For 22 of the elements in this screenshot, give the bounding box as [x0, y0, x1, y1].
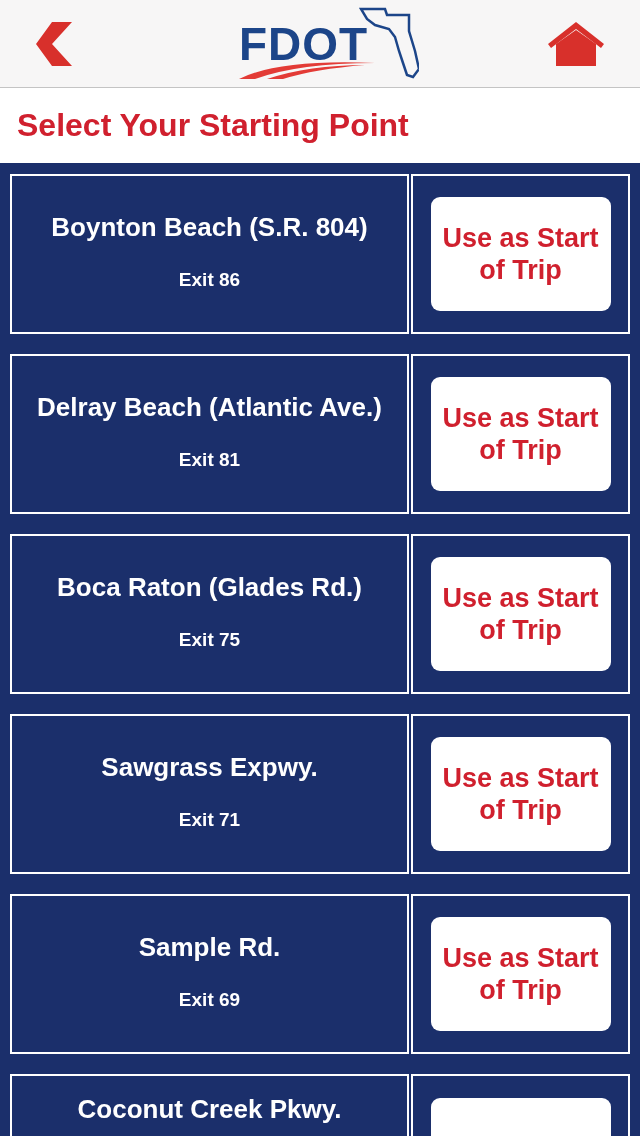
- page-title: Select Your Starting Point: [17, 107, 409, 144]
- exit-number: Exit 81: [178, 448, 241, 471]
- exit-name: Sample Rd.: [138, 931, 281, 963]
- start-trip-button[interactable]: Use as Start of Trip: [430, 197, 611, 311]
- logo-text: FDOT: [239, 20, 369, 67]
- exit-number: Exit 69: [178, 988, 241, 1011]
- start-trip-button[interactable]: Use as Start of Trip: [430, 377, 611, 491]
- exit-name: Boynton Beach (S.R. 804): [51, 211, 368, 243]
- exit-name: Coconut Creek Pkwy.: [77, 1094, 342, 1125]
- start-trip-button[interactable]: Use as Start of Trip: [430, 917, 611, 1031]
- exit-number: Exit 71: [178, 808, 241, 831]
- back-button[interactable]: [36, 21, 72, 66]
- home-icon: [546, 19, 606, 68]
- home-button[interactable]: [546, 19, 606, 68]
- exit-name: Delray Beach (Atlantic Ave.): [37, 391, 382, 423]
- start-trip-button[interactable]: Use as Start of Trip: [430, 557, 611, 671]
- exit-name: Boca Raton (Glades Rd.): [57, 571, 362, 603]
- back-chevron-icon: [36, 21, 72, 66]
- exit-number: Exit 86: [178, 268, 241, 291]
- exit-name: Sawgrass Expwy.: [101, 751, 318, 783]
- start-trip-button[interactable]: Use as Start of Trip: [430, 737, 611, 851]
- exit-number: Exit 75: [178, 628, 241, 651]
